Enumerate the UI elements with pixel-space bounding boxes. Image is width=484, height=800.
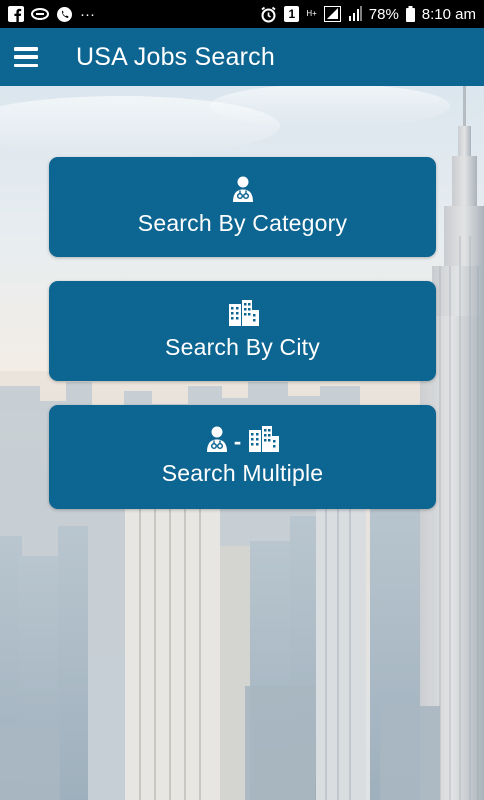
card-icon-row: - xyxy=(206,426,280,457)
status-bar-left: ··· xyxy=(8,6,95,23)
notification-badge-icon: 1 xyxy=(284,6,300,22)
alarm-icon xyxy=(260,6,277,23)
app-title: USA Jobs Search xyxy=(76,42,275,71)
status-bar: ··· 1 H+ 78% 8:10 am xyxy=(0,0,484,28)
app-bar: USA Jobs Search xyxy=(0,28,484,86)
network-type-icon: H+ xyxy=(306,10,316,18)
notification-count: 1 xyxy=(288,7,296,21)
network-type-label: H+ xyxy=(306,9,317,18)
signal-sim1-icon xyxy=(323,6,341,22)
doctor-icon xyxy=(232,176,254,207)
battery-percentage: 78% xyxy=(368,5,399,23)
overflow-dots: ··· xyxy=(80,5,95,23)
search-multiple-button[interactable]: - Search Multiple xyxy=(49,405,436,509)
buildings-icon xyxy=(247,426,280,457)
search-by-city-button[interactable]: Search By City xyxy=(49,281,436,381)
card-label: Search By City xyxy=(165,333,320,360)
signal-sim2-icon xyxy=(348,6,362,22)
doctor-icon xyxy=(206,426,228,457)
facebook-icon xyxy=(8,6,24,22)
battery-icon xyxy=(405,6,415,22)
status-bar-right: 1 H+ 78% 8:10 am xyxy=(260,6,476,23)
card-icon-row xyxy=(227,300,259,331)
clock: 8:10 am xyxy=(421,5,476,23)
hamburger-menu-icon xyxy=(14,47,38,67)
card-label: Search By Category xyxy=(137,209,348,236)
whatsapp-icon xyxy=(56,6,73,23)
buildings-icon xyxy=(227,300,259,331)
menu-button[interactable] xyxy=(0,28,52,86)
card-icon-row xyxy=(232,176,254,207)
card-label: Search Multiple xyxy=(161,459,324,486)
link-icon xyxy=(31,7,49,21)
icon-separator: - xyxy=(233,428,242,454)
search-by-category-button[interactable]: Search By Category xyxy=(49,157,436,257)
